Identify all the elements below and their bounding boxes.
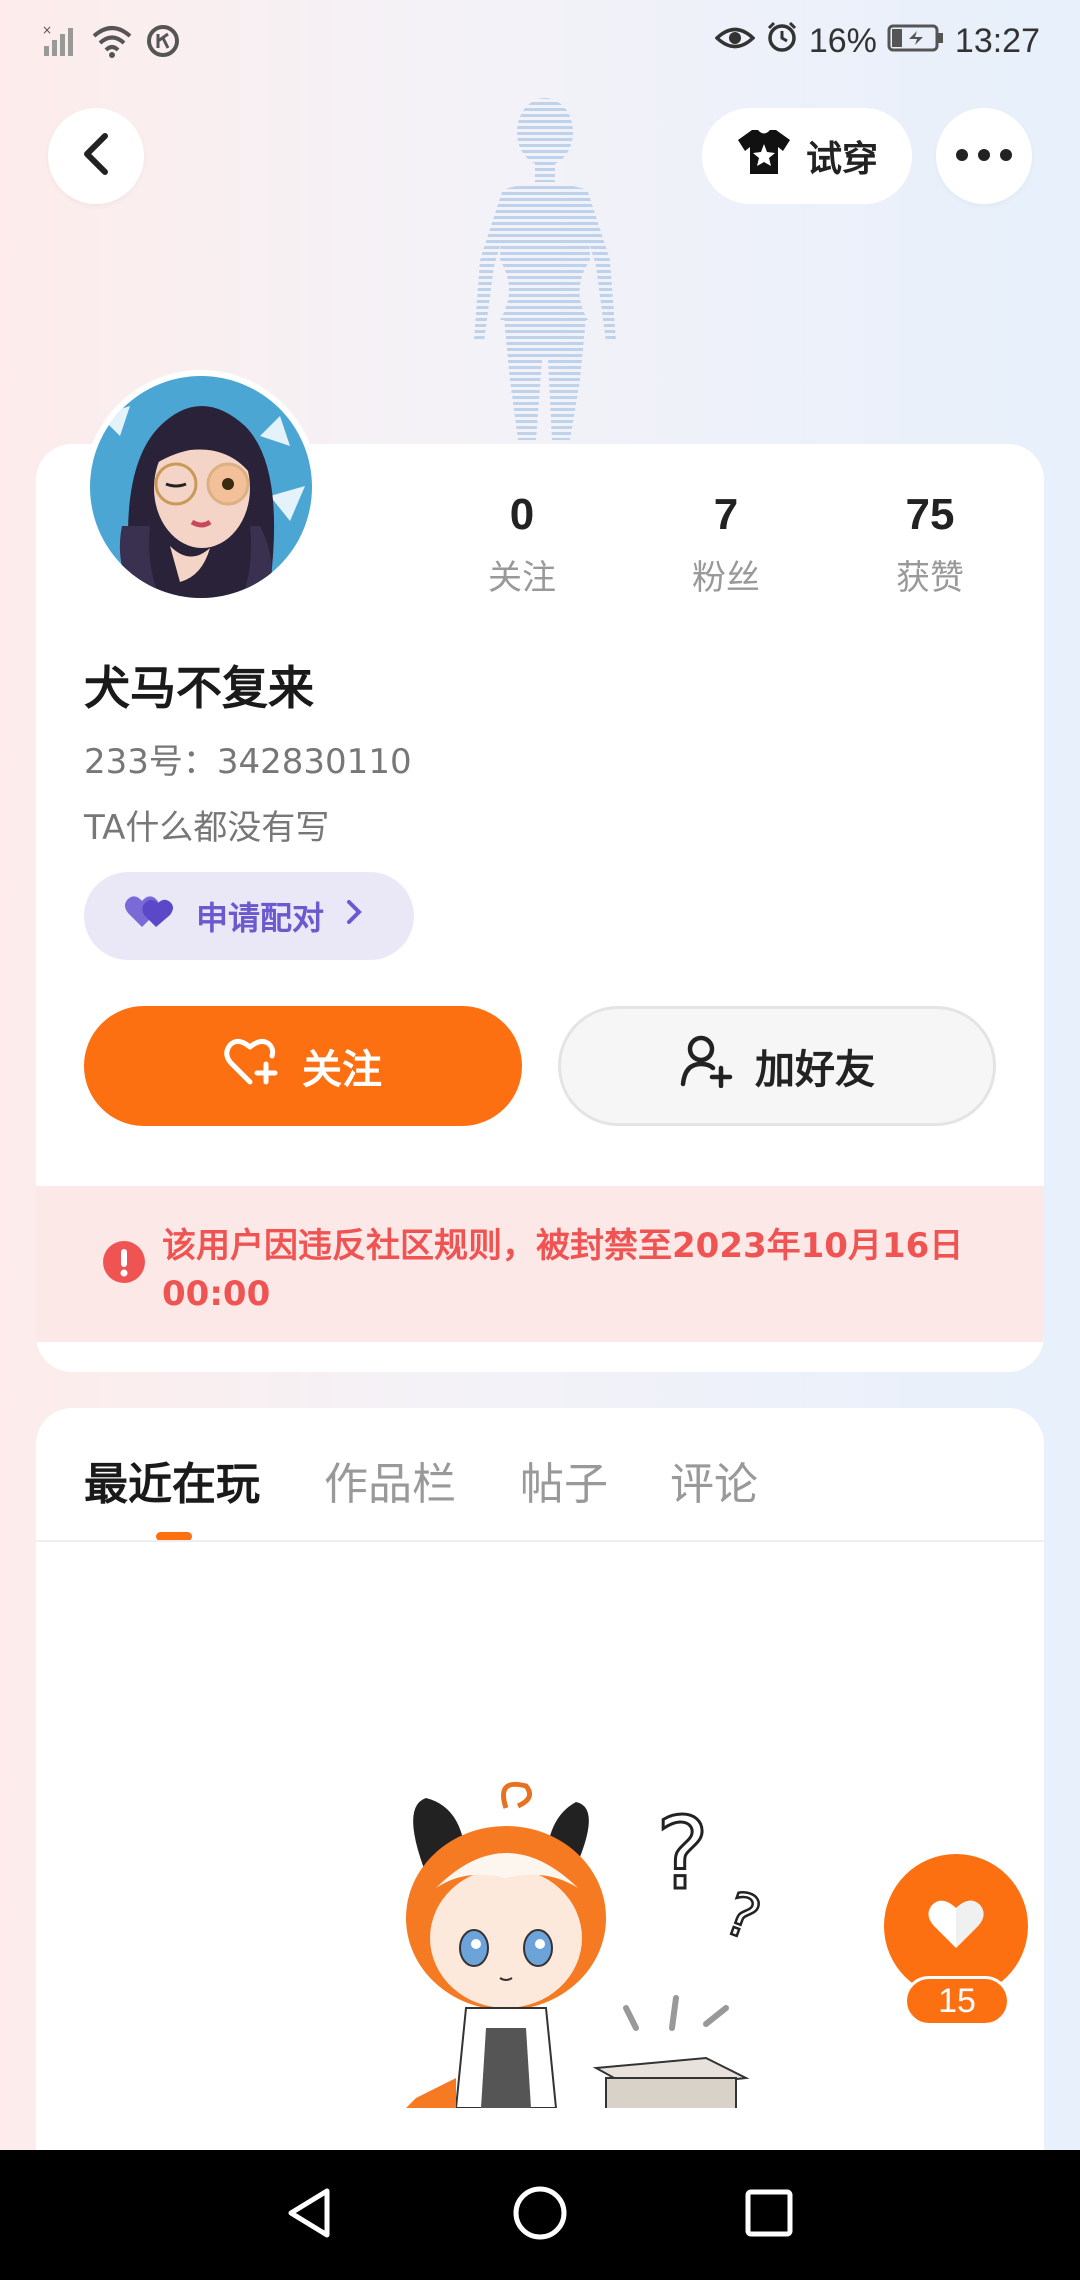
heart-icon xyxy=(927,1898,985,1954)
nav-home-button[interactable] xyxy=(505,2180,575,2250)
tab-comments[interactable]: 评论 xyxy=(670,1448,758,1512)
tshirt-icon xyxy=(736,127,792,186)
status-bar: × 16% 13:27 xyxy=(0,0,1080,90)
system-navigation-bar xyxy=(0,2150,1080,2280)
battery-icon xyxy=(887,22,945,62)
heart-plus-icon xyxy=(224,1036,280,1096)
tab-works[interactable]: 作品栏 xyxy=(324,1448,456,1512)
back-button[interactable] xyxy=(48,108,144,204)
chevron-right-icon xyxy=(344,897,364,935)
stat-likes[interactable]: 75 获赞 xyxy=(850,490,1010,599)
follow-button[interactable]: 关注 xyxy=(84,1006,522,1126)
tab-divider xyxy=(36,1540,1044,1542)
try-on-button[interactable]: 试穿 xyxy=(702,108,912,204)
nav-back-button[interactable] xyxy=(274,2180,344,2250)
circle-home-icon xyxy=(512,2185,568,2245)
chevron-left-icon xyxy=(79,132,113,180)
bio: TA什么都没有写 xyxy=(84,808,330,848)
battery-percent: 16% xyxy=(808,22,877,60)
add-friend-label: 加好友 xyxy=(755,1047,875,1093)
more-button[interactable] xyxy=(936,108,1032,204)
like-count-badge: 15 xyxy=(904,1976,1010,2026)
pair-label: 申请配对 xyxy=(196,899,325,937)
nav-recents-button[interactable] xyxy=(734,2180,804,2250)
pair-request-button[interactable]: 申请配对 xyxy=(84,872,414,960)
alert-icon xyxy=(102,1240,146,1288)
following-count: 0 xyxy=(509,490,535,539)
try-on-label: 试穿 xyxy=(805,139,878,180)
nfc-icon xyxy=(146,24,180,62)
following-label: 关注 xyxy=(488,558,556,598)
alarm-icon xyxy=(765,20,799,63)
signal-icon: × xyxy=(42,23,78,62)
triangle-back-icon xyxy=(283,2185,335,2245)
tab-recently-played[interactable]: 最近在玩 xyxy=(84,1448,260,1512)
followers-count: 7 xyxy=(713,490,739,539)
add-user-icon xyxy=(679,1034,733,1098)
user-id[interactable]: 233号：342830110 xyxy=(84,734,412,783)
clock: 13:27 xyxy=(954,22,1040,60)
hologram-avatar xyxy=(474,98,616,440)
double-heart-icon xyxy=(124,893,176,939)
stat-followers[interactable]: 7 粉丝 xyxy=(646,490,806,599)
likes-count: 75 xyxy=(905,490,955,539)
follow-label: 关注 xyxy=(302,1047,382,1093)
ban-notice-text: 该用户因违反社区规则，被封禁至2023年10月16日 00:00 xyxy=(162,1226,964,1314)
eye-icon xyxy=(714,22,756,62)
svg-text:?: ? xyxy=(715,1878,769,1955)
followers-label: 粉丝 xyxy=(692,558,760,598)
more-dots-icon xyxy=(955,147,1013,166)
square-recents-icon xyxy=(744,2188,794,2242)
wifi-icon xyxy=(92,24,132,62)
avatar[interactable] xyxy=(84,370,318,604)
add-friend-button[interactable]: 加好友 xyxy=(558,1006,996,1126)
svg-text:?: ? xyxy=(656,1795,709,1912)
tab-posts[interactable]: 帖子 xyxy=(520,1448,608,1512)
ban-notice: 该用户因违反社区规则，被封禁至2023年10月16日 00:00 xyxy=(36,1186,1044,1342)
svg-text:×: × xyxy=(42,24,52,37)
likes-label: 获赞 xyxy=(896,558,964,598)
empty-state-mascot-illustration: ? ? xyxy=(406,1781,770,2108)
nickname: 犬马不复来 xyxy=(84,661,314,715)
stat-following[interactable]: 0 关注 xyxy=(442,490,602,599)
avatar-image xyxy=(90,376,312,598)
